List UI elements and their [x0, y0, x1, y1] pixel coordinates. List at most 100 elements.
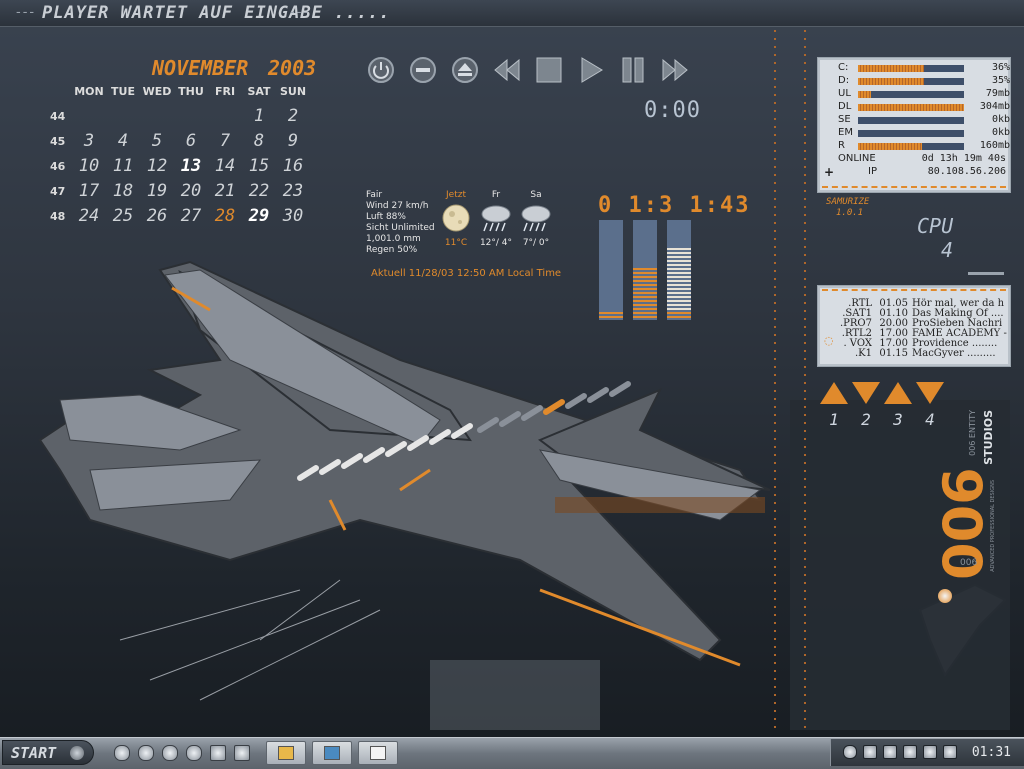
desktop-switch[interactable]: 3: [884, 382, 912, 429]
calendar-day[interactable]: 19: [140, 181, 174, 201]
stop-button[interactable]: [534, 55, 564, 85]
taskbar-window-button[interactable]: [358, 741, 398, 765]
calendar-day[interactable]: 3: [72, 131, 106, 151]
calendar-day[interactable]: 2: [276, 106, 310, 126]
calendar-day[interactable]: 1: [242, 106, 276, 126]
desktop-number: 3: [893, 410, 903, 429]
tv-row[interactable]: .K1 01.15 MacGyver .........: [836, 348, 1008, 358]
start-button[interactable]: START: [2, 740, 94, 765]
calendar-day[interactable]: 10: [72, 156, 106, 176]
network-icon[interactable]: [843, 745, 857, 759]
tv-channel: .RTL: [848, 298, 872, 308]
brand-entity: 006 ENTITY: [968, 410, 977, 456]
power-button[interactable]: [366, 55, 396, 85]
plus-icon[interactable]: +: [824, 165, 834, 179]
minimize-button[interactable]: [408, 55, 438, 85]
clock-bar-base: [667, 312, 691, 320]
arrow-up-icon: [820, 382, 848, 404]
bluetooth-icon[interactable]: [863, 745, 877, 759]
taskbar-clock[interactable]: 01:31: [972, 745, 1011, 760]
system-row-label: UL: [838, 88, 851, 99]
desktop-switch[interactable]: 2: [852, 382, 880, 429]
calendar-day[interactable]: 4: [106, 131, 140, 151]
tv-row[interactable]: .SAT1 01.10 Das Making Of ....: [836, 308, 1008, 318]
weather-day-label: Sa: [530, 190, 542, 200]
calendar-day[interactable]: 17: [72, 181, 106, 201]
pen-icon[interactable]: [903, 745, 917, 759]
tv-row[interactable]: .PRO7 20.00 ProSieben Nachri: [836, 318, 1008, 328]
weather-line: Fair: [366, 190, 383, 200]
weather-day: Jetzt 11°C: [436, 190, 476, 248]
eject-icon: [452, 57, 478, 83]
system-row-label: D:: [838, 75, 850, 86]
calendar-day[interactable]: 9: [276, 131, 310, 151]
stop-icon: [536, 57, 562, 83]
calendar-day[interactable]: 26: [140, 206, 174, 226]
system-row-fill: [858, 143, 922, 150]
calendar-day[interactable]: 22: [242, 181, 276, 201]
system-row: UL 79mb: [838, 88, 1010, 101]
pause-button[interactable]: [618, 55, 648, 85]
calendar-day[interactable]: 16: [276, 156, 310, 176]
calendar-day[interactable]: 11: [106, 156, 140, 176]
system-row: EM 0kb: [838, 127, 1010, 140]
calendar-day[interactable]: 8: [242, 131, 276, 151]
calendar-day[interactable]: 28: [208, 206, 242, 226]
tv-row[interactable]: .RTL 01.05 Hör mal, wer da h: [836, 298, 1008, 308]
clock-bar: [667, 220, 691, 320]
calendar-day[interactable]: 7: [208, 131, 242, 151]
calendar-day[interactable]: 21: [208, 181, 242, 201]
arrow-up-icon: [884, 382, 912, 404]
fast-forward-icon: [662, 58, 688, 82]
desktop-switch[interactable]: 4: [916, 382, 944, 429]
calendar-day[interactable]: 20: [174, 181, 208, 201]
calendar-day[interactable]: 13: [174, 156, 208, 176]
calendar-weekday: MON: [74, 85, 104, 98]
monitor-icon[interactable]: [923, 745, 937, 759]
trash-icon[interactable]: [234, 745, 250, 761]
calendar-day[interactable]: 27: [174, 206, 208, 226]
taskbar-window-button[interactable]: [266, 741, 306, 765]
tv-title: Providence ........: [912, 338, 998, 348]
system-row-fill: [858, 65, 924, 72]
calendar-day[interactable]: 6: [174, 131, 208, 151]
play-icon: [581, 57, 603, 83]
calendar-day[interactable]: 29: [242, 206, 276, 226]
mail-icon[interactable]: [943, 745, 957, 759]
calendar-day[interactable]: 15: [242, 156, 276, 176]
brand-studios: STUDIOS: [982, 410, 995, 465]
calendar-week-row: 44 1 2: [50, 106, 310, 126]
rewind-button[interactable]: [492, 55, 522, 85]
calendar-day[interactable]: 25: [106, 206, 140, 226]
fast-forward-button[interactable]: [660, 55, 690, 85]
calendar-day[interactable]: 12: [140, 156, 174, 176]
power-icon: [368, 57, 394, 83]
play-button[interactable]: [576, 55, 606, 85]
settings-icon[interactable]: [883, 745, 897, 759]
calendar-day[interactable]: 14: [208, 156, 242, 176]
globe-icon[interactable]: [162, 745, 178, 761]
home-icon[interactable]: [210, 745, 226, 761]
calendar-day[interactable]: 5: [140, 131, 174, 151]
tv-row[interactable]: . VOX 17.00 Providence ........: [836, 338, 1008, 348]
eject-button[interactable]: [450, 55, 480, 85]
taskbar-window-button[interactable]: [312, 741, 352, 765]
desktop-switch[interactable]: 1: [820, 382, 848, 429]
calendar-day[interactable]: 24: [72, 206, 106, 226]
gear-icon[interactable]: [186, 745, 202, 761]
power-icon[interactable]: [138, 745, 154, 761]
clock-bar-base: [599, 312, 623, 320]
weather-line: Regen 50%: [366, 245, 418, 255]
brand-small: 006: [960, 558, 978, 568]
media-icon[interactable]: [114, 745, 130, 761]
calendar-day[interactable]: 30: [276, 206, 310, 226]
system-row-bar: [858, 78, 964, 85]
weather-day-temp: 12°/ 4°: [479, 238, 513, 248]
system-row-bar: [858, 65, 964, 72]
calendar-day[interactable]: 18: [106, 181, 140, 201]
tv-row[interactable]: .RTL2 17.00 FAME ACADEMY -: [836, 328, 1008, 338]
calendar-week-number: 48: [50, 209, 66, 223]
calendar-week-number: 46: [50, 159, 66, 173]
calendar-day[interactable]: 23: [276, 181, 310, 201]
arrow-down-icon: [852, 382, 880, 404]
